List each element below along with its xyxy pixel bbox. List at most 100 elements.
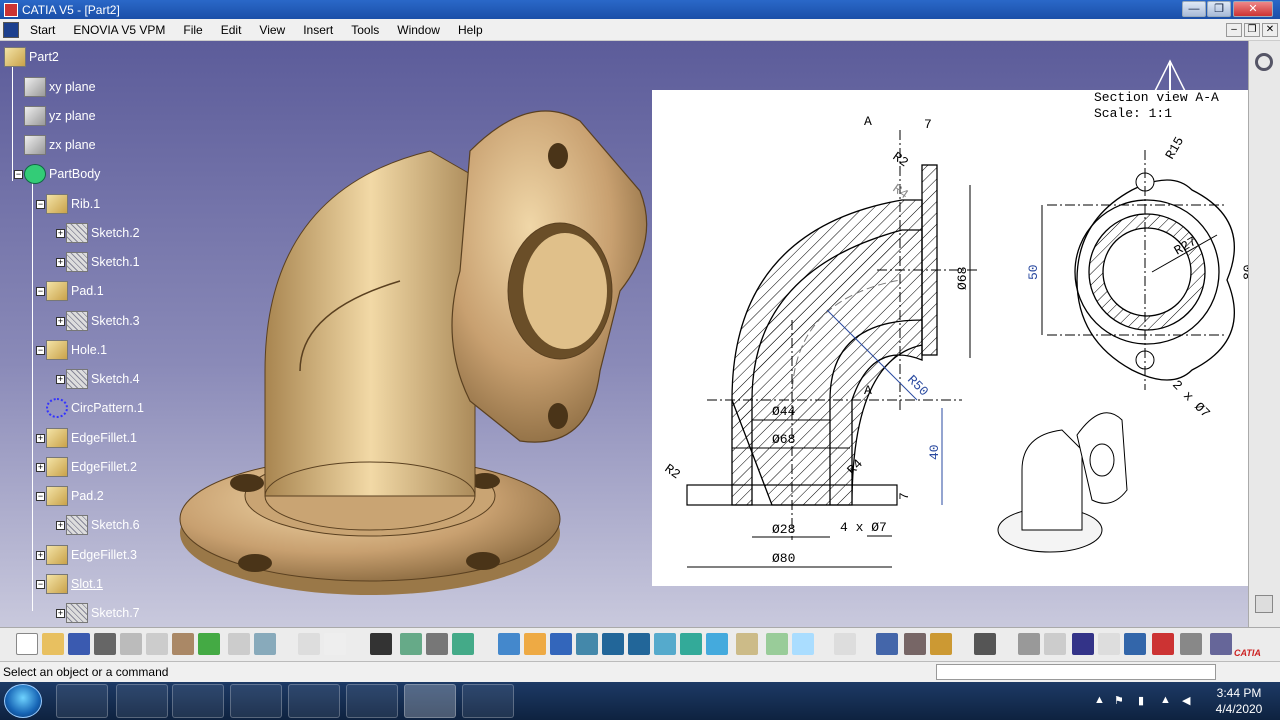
normal-view-icon[interactable] bbox=[654, 633, 676, 655]
update-icon[interactable] bbox=[452, 633, 474, 655]
axis-icon[interactable] bbox=[1072, 633, 1094, 655]
expand-icon[interactable]: + bbox=[36, 462, 45, 472]
menu-enovia[interactable]: ENOVIA V5 VPM bbox=[64, 23, 174, 37]
tree-item-sketch-2[interactable]: + Sketch.2 bbox=[56, 222, 140, 244]
pdf-reader-icon[interactable] bbox=[462, 684, 514, 718]
hand-icon[interactable] bbox=[1044, 633, 1066, 655]
expand-icon[interactable]: + bbox=[56, 374, 65, 384]
swap-visible-icon[interactable] bbox=[792, 633, 814, 655]
save-icon[interactable] bbox=[68, 633, 90, 655]
app-launcher-icon[interactable] bbox=[116, 684, 168, 718]
grid-icon[interactable] bbox=[370, 633, 392, 655]
copy-icon[interactable] bbox=[146, 633, 168, 655]
tree-item-hole-1[interactable]: − Hole.1 bbox=[36, 339, 107, 361]
restore-button[interactable]: ❐ bbox=[1207, 1, 1231, 17]
expand-icon[interactable]: + bbox=[56, 608, 65, 618]
chrome-icon[interactable] bbox=[230, 684, 282, 718]
multi-view-icon[interactable] bbox=[680, 633, 702, 655]
tree-item-sketch-6[interactable]: + Sketch.6 bbox=[56, 514, 140, 536]
network-icon[interactable]: ▲ bbox=[1160, 694, 1171, 706]
view-tool-icon[interactable] bbox=[1255, 595, 1273, 613]
new-file-icon[interactable] bbox=[16, 633, 38, 655]
menu-edit[interactable]: Edit bbox=[212, 23, 251, 37]
comment-icon[interactable] bbox=[324, 633, 346, 655]
menu-view[interactable]: View bbox=[250, 23, 294, 37]
formula-icon[interactable] bbox=[298, 633, 320, 655]
tree-item-sketch-3[interactable]: + Sketch.3 bbox=[56, 310, 140, 332]
tree-item-partbody[interactable]: − PartBody bbox=[14, 163, 100, 185]
expand-icon[interactable]: + bbox=[36, 550, 45, 560]
expand-icon[interactable]: + bbox=[56, 316, 65, 326]
iso-view-icon[interactable] bbox=[706, 633, 728, 655]
clock[interactable]: 3:44 PM 4/4/2020 bbox=[1204, 685, 1274, 717]
measure-item-icon[interactable] bbox=[904, 633, 926, 655]
tree-item-yz-plane[interactable]: yz plane bbox=[24, 105, 96, 127]
tree-item-slot-1[interactable]: − Slot.1 bbox=[36, 573, 103, 595]
redo-icon[interactable] bbox=[228, 633, 250, 655]
tree-item-pad-2[interactable]: − Pad.2 bbox=[36, 485, 104, 507]
media-player-icon[interactable] bbox=[56, 684, 108, 718]
tree-item-xy-plane[interactable]: xy plane bbox=[24, 76, 96, 98]
windows-start-button[interactable] bbox=[4, 684, 42, 718]
doc-minimize-button[interactable]: – bbox=[1226, 23, 1242, 37]
collapse-icon[interactable]: − bbox=[36, 286, 45, 296]
flag-icon[interactable]: ⚑ bbox=[1114, 694, 1124, 707]
expand-icon[interactable]: + bbox=[36, 433, 45, 443]
tree-item-sketch-1[interactable]: + Sketch.1 bbox=[56, 251, 140, 273]
zoom-out-icon[interactable] bbox=[628, 633, 650, 655]
google-drive-icon[interactable] bbox=[288, 684, 340, 718]
tree-item-zx-plane[interactable]: zx plane bbox=[24, 134, 96, 156]
expand-icon[interactable]: + bbox=[56, 228, 65, 238]
shading-icon[interactable] bbox=[736, 633, 758, 655]
decimal-icon[interactable] bbox=[1098, 633, 1120, 655]
battery-icon[interactable]: ▮ bbox=[1138, 694, 1144, 707]
menu-tools[interactable]: Tools bbox=[342, 23, 388, 37]
workbench-icon[interactable] bbox=[1210, 633, 1232, 655]
gear-icon[interactable] bbox=[1255, 53, 1273, 71]
tree-item-rib-1[interactable]: − Rib.1 bbox=[36, 193, 100, 215]
command-input[interactable] bbox=[936, 664, 1216, 680]
tree-item-edgefillet-2[interactable]: + EdgeFillet.2 bbox=[36, 456, 137, 478]
collapse-icon[interactable]: − bbox=[36, 491, 45, 501]
collapse-icon[interactable]: − bbox=[14, 169, 23, 179]
tree-item-pad-1[interactable]: − Pad.1 bbox=[36, 280, 104, 302]
menu-start[interactable]: Start bbox=[21, 23, 64, 37]
doc-close-button[interactable]: ✕ bbox=[1262, 23, 1278, 37]
tree-item-circpattern-1[interactable]: CircPattern.1 bbox=[46, 397, 144, 419]
recorder-icon[interactable] bbox=[346, 684, 398, 718]
whats-this-icon[interactable] bbox=[254, 633, 276, 655]
volume-icon[interactable]: ◀ bbox=[1182, 694, 1190, 707]
menu-window[interactable]: Window bbox=[388, 23, 449, 37]
lock-icon[interactable] bbox=[426, 633, 448, 655]
cut-icon[interactable] bbox=[120, 633, 142, 655]
tree-root-part2[interactable]: Part2 bbox=[4, 46, 59, 68]
minimize-button[interactable]: — bbox=[1182, 1, 1206, 17]
measure-icon[interactable] bbox=[834, 633, 856, 655]
print-icon[interactable] bbox=[94, 633, 116, 655]
menu-file[interactable]: File bbox=[174, 23, 211, 37]
measure-between-icon[interactable] bbox=[876, 633, 898, 655]
expand-icon[interactable]: + bbox=[56, 257, 65, 267]
list-icon[interactable] bbox=[1180, 633, 1202, 655]
doc-restore-button[interactable]: ❐ bbox=[1244, 23, 1260, 37]
tree-item-edgefillet-1[interactable]: + EdgeFillet.1 bbox=[36, 427, 137, 449]
rotate-icon[interactable] bbox=[576, 633, 598, 655]
file-explorer-icon[interactable] bbox=[172, 684, 224, 718]
layer-icon[interactable] bbox=[1124, 633, 1146, 655]
paste-icon[interactable] bbox=[172, 633, 194, 655]
open-folder-icon[interactable] bbox=[42, 633, 64, 655]
expand-icon[interactable]: + bbox=[56, 520, 65, 530]
pan-icon[interactable] bbox=[550, 633, 572, 655]
close-button[interactable]: ✕ bbox=[1233, 1, 1273, 17]
constraint-icon[interactable] bbox=[1152, 633, 1174, 655]
tree-item-sketch-4[interactable]: + Sketch.4 bbox=[56, 368, 140, 390]
tree-item-edgefillet-3[interactable]: + EdgeFillet.3 bbox=[36, 544, 137, 566]
tray-expand-icon[interactable]: ▲ bbox=[1094, 694, 1105, 706]
collapse-icon[interactable]: − bbox=[36, 579, 45, 589]
fit-all-icon[interactable] bbox=[524, 633, 546, 655]
menu-insert[interactable]: Insert bbox=[294, 23, 342, 37]
tree-item-sketch-7[interactable]: + Sketch.7 bbox=[56, 602, 140, 624]
zoom-in-icon[interactable] bbox=[602, 633, 624, 655]
link-icon[interactable] bbox=[1018, 633, 1040, 655]
apply-material-icon[interactable] bbox=[930, 633, 952, 655]
